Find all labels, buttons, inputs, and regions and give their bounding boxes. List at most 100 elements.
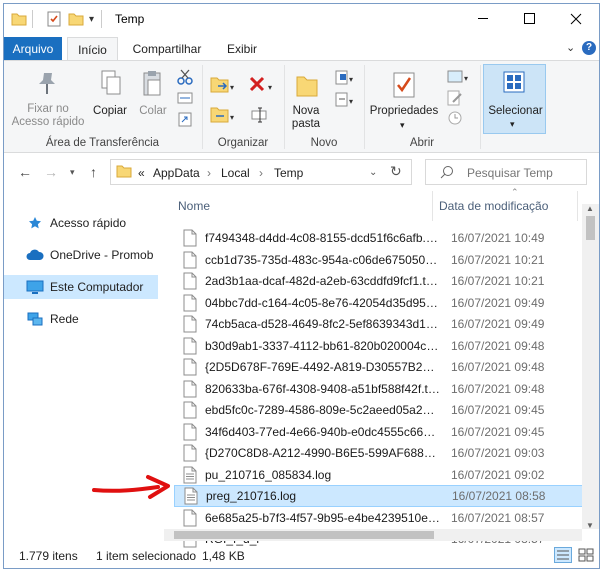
cloud-icon [26, 247, 44, 263]
nav-item-network[interactable]: Rede [4, 307, 158, 331]
customize-toolbar-dropdown-icon[interactable]: ▾ [89, 10, 94, 28]
help-icon[interactable]: ? [582, 41, 596, 55]
vertical-scroll-thumb[interactable] [586, 216, 595, 240]
group-separator [284, 65, 285, 149]
nav-item-label: Acesso rápido [50, 216, 127, 230]
properties-button[interactable]: Propriedades [366, 105, 442, 118]
breadcrumb-separator-icon[interactable]: › [207, 166, 211, 180]
tab-home[interactable]: Início [67, 37, 118, 61]
blank-file-icon [183, 251, 197, 268]
move-to-icon[interactable]: ▾ [210, 75, 236, 98]
easy-access-icon[interactable]: ▾ [334, 91, 358, 112]
search-input[interactable]: Pesquisar Temp [467, 166, 553, 180]
address-bar[interactable]: « AppData › Local › Temp ⌄ ↻ [110, 159, 412, 185]
breadcrumb-temp[interactable]: Temp [274, 166, 303, 180]
column-separator[interactable] [577, 191, 578, 221]
file-row[interactable]: pu_210716_085834.log 16/07/2021 09:02 [174, 464, 584, 486]
file-row[interactable]: 820633ba-676f-4308-9408-a51bf588f42f.tmp… [174, 378, 584, 400]
tab-view[interactable]: Exibir [218, 37, 266, 61]
file-date: 16/07/2021 09:45 [451, 424, 545, 439]
scroll-up-icon[interactable]: ▲ [586, 204, 594, 213]
file-row[interactable]: b30d9ab1-3337-4112-bb61-820b020004c.tmp 1… [174, 335, 584, 357]
navigation-bar: ← → ▾ ↑ « AppData › Local › Temp ⌄ ↻ Pes… [4, 154, 599, 190]
file-row[interactable]: {D270C8D8-A212-4990-B6E5-599AF688B6.tmp 1… [174, 442, 584, 464]
rename-icon[interactable] [250, 105, 270, 128]
expand-ribbon-icon[interactable]: ⌄ [566, 41, 575, 54]
select-icon[interactable] [503, 71, 525, 96]
breadcrumb-local[interactable]: Local [221, 166, 250, 180]
details-view-icon[interactable] [554, 547, 572, 566]
tab-share[interactable]: Compartilhar [124, 37, 210, 61]
paste-icon[interactable] [142, 69, 164, 102]
nav-item-onedrive[interactable]: OneDrive - Promob [4, 243, 158, 267]
copy-path-icon[interactable] [177, 91, 193, 108]
vertical-scrollbar[interactable]: ▲ ▼ [582, 204, 599, 530]
file-name: 04bbc7dd-c164-4c05-8e76-42054d35d95.tmp [205, 295, 440, 310]
properties-quick-icon[interactable] [46, 10, 62, 28]
pin-icon[interactable] [36, 71, 58, 100]
breadcrumb-overflow[interactable]: « [138, 166, 145, 180]
file-row[interactable]: {2D5D678F-769E-4492-A819-D30557B256.tmp 1… [174, 356, 584, 378]
forward-arrow-icon[interactable]: → [44, 164, 58, 180]
new-folder-button[interactable]: Nova pasta [286, 105, 326, 131]
select-dropdown-icon[interactable]: ▾ [510, 118, 515, 131]
blank-file-icon [183, 444, 197, 462]
file-date: 16/07/2021 09:49 [451, 295, 545, 310]
maximize-button[interactable] [507, 4, 553, 34]
network-icon [26, 311, 44, 327]
back-arrow-icon[interactable]: ← [18, 164, 32, 180]
file-row[interactable]: 74cb5aca-d528-4649-8fc2-5ef8639343d1.tmp… [174, 313, 584, 335]
minimize-button[interactable] [461, 4, 507, 34]
paste-shortcut-icon[interactable] [177, 111, 193, 130]
selection-count: 1 item selecionado [96, 549, 197, 563]
file-row[interactable]: f7494348-d4dd-4c08-8155-dcd51f6c6afb.tmp… [174, 227, 584, 249]
file-row[interactable]: 34f6d403-77ed-4e66-940b-e0dc4555c66e.tmp… [174, 421, 584, 443]
file-row[interactable]: preg_210716.log 16/07/2021 08:58 [174, 485, 584, 507]
pin-quick-access-button[interactable]: Fixar no Acesso rápido [6, 103, 90, 129]
file-name: 2ad3b1aa-dcaf-482d-a2eb-63cddfd9fcf1.tmp [205, 274, 440, 288]
breadcrumb-appdata[interactable]: AppData [153, 166, 200, 180]
copy-icon[interactable] [100, 69, 122, 102]
address-dropdown-icon[interactable]: ⌄ [369, 167, 377, 178]
cut-icon[interactable] [177, 69, 193, 88]
scroll-down-icon[interactable]: ▼ [586, 521, 594, 530]
nav-item-this-pc[interactable]: Este Computador [4, 275, 158, 299]
open-icon[interactable]: ▾ [446, 69, 472, 88]
file-row[interactable]: 2ad3b1aa-dcaf-482d-a2eb-63cddfd9fcf1.tmp… [174, 270, 584, 292]
delete-icon[interactable]: ▾ [248, 75, 276, 98]
file-row[interactable]: ccb1d735-735d-483c-954a-c06de6750502.tmp… [174, 249, 584, 271]
recent-locations-icon[interactable]: ▾ [70, 167, 75, 178]
properties-dropdown-icon[interactable]: ▾ [400, 119, 405, 132]
column-header-modified[interactable]: Data de modificação [439, 191, 548, 221]
properties-icon[interactable] [392, 71, 416, 102]
copy-to-icon[interactable]: ▾ [210, 105, 236, 128]
refresh-icon[interactable]: ↻ [390, 163, 402, 180]
tab-file[interactable]: Arquivo [4, 37, 62, 61]
column-separator[interactable] [432, 191, 433, 221]
nav-item-label: Este Computador [50, 280, 144, 294]
new-folder-icon[interactable] [295, 71, 319, 102]
file-row[interactable]: ebd5fc0c-7289-4586-809e-5c2aeed05a27.tmp… [174, 399, 584, 421]
horizontal-scrollbar[interactable] [164, 529, 582, 541]
edit-icon[interactable] [446, 89, 464, 110]
up-arrow-icon[interactable]: ↑ [90, 164, 97, 180]
close-button[interactable] [553, 4, 599, 34]
horizontal-scroll-thumb[interactable] [174, 531, 434, 539]
search-box[interactable]: Pesquisar Temp [425, 159, 587, 185]
computer-icon [26, 279, 44, 295]
copy-button[interactable]: Copiar [90, 105, 130, 118]
nav-item-quick-access[interactable]: Acesso rápido [4, 211, 158, 235]
file-row[interactable]: 04bbc7dd-c164-4c05-8e76-42054d35d95.tmp 1… [174, 292, 584, 314]
red-arrow-annotation [92, 475, 170, 499]
breadcrumb-separator-icon[interactable]: › [259, 166, 263, 180]
window-title: Temp [115, 12, 145, 26]
paste-button[interactable]: Colar [134, 105, 172, 118]
file-row[interactable]: 6e685a25-b7f3-4f57-9b95-e4be4239510e.tmp… [174, 507, 584, 529]
organize-group-label: Organizar [217, 137, 269, 149]
blank-file-icon [183, 272, 197, 290]
new-item-icon[interactable]: ▾ [334, 69, 358, 90]
new-folder-quick-icon[interactable] [68, 10, 84, 28]
large-icons-view-icon[interactable] [577, 547, 595, 566]
column-header-name[interactable]: Nome [178, 191, 210, 221]
history-icon[interactable] [446, 109, 464, 130]
